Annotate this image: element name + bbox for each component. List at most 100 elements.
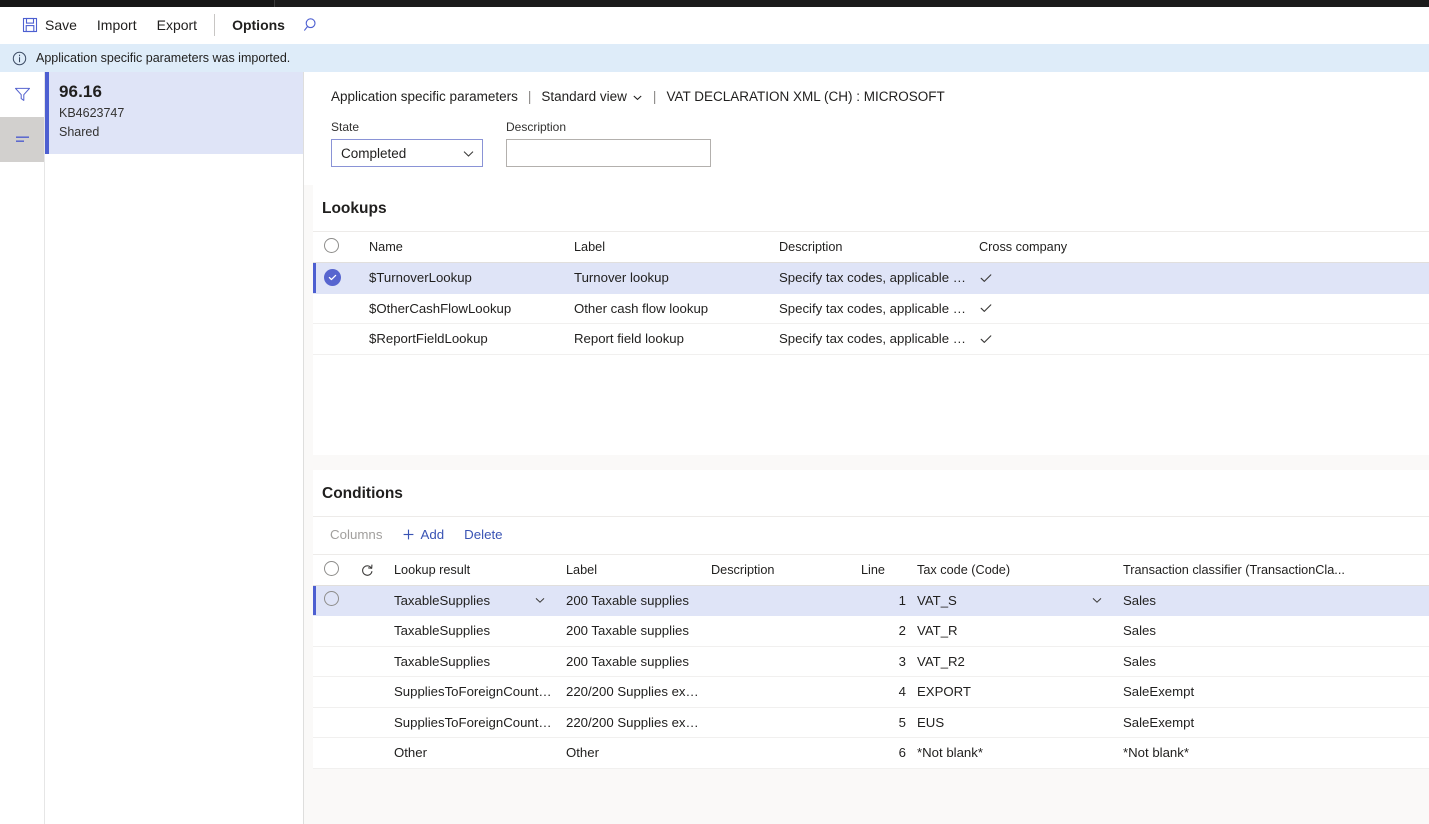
lookup-result-cell[interactable]: TaxableSupplies <box>383 646 555 677</box>
options-button[interactable]: Options <box>222 9 295 41</box>
lookup-name-cell[interactable]: $ReportFieldLookup <box>358 323 563 355</box>
lookup-cross-company-cell[interactable] <box>968 323 1429 355</box>
row-select-cell[interactable] <box>313 737 353 769</box>
tax-code-cell[interactable]: *Not blank* <box>906 737 1112 769</box>
lookup-cross-company-cell[interactable] <box>968 293 1429 324</box>
transaction-classifier-cell[interactable]: Sales <box>1112 615 1429 647</box>
row-select-cell[interactable] <box>313 585 353 616</box>
lookup-result-cell[interactable]: SuppliesToForeignCountries <box>383 707 555 738</box>
condition-description-cell[interactable] <box>700 737 850 769</box>
table-row[interactable]: Other Other 6 *Not blank* *Not blank* <box>313 737 1429 769</box>
transaction-classifier-cell[interactable]: Sales <box>1112 585 1429 616</box>
condition-description-cell[interactable] <box>700 615 850 647</box>
lookup-result-cell[interactable]: TaxableSupplies <box>383 585 555 616</box>
refresh-icon[interactable] <box>360 563 383 577</box>
tax-code-cell[interactable]: VAT_R2 <box>906 646 1112 677</box>
condition-label-cell[interactable]: 200 Taxable supplies <box>555 615 700 647</box>
lookup-name-cell[interactable]: $TurnoverLookup <box>358 262 563 294</box>
description-input[interactable] <box>506 139 711 167</box>
table-row[interactable]: SuppliesToForeignCountries 220/200 Suppl… <box>313 676 1429 708</box>
row-select-cell[interactable] <box>313 646 353 677</box>
condition-line-cell[interactable]: 6 <box>850 737 906 769</box>
table-row[interactable]: $ReportFieldLookup Report field lookup S… <box>313 323 1429 355</box>
condition-line-cell[interactable]: 1 <box>850 585 906 616</box>
transaction-classifier-cell[interactable]: SaleExempt <box>1112 676 1429 708</box>
lookup-description-cell[interactable]: Specify tax codes, applicable for... <box>768 323 968 355</box>
condition-line-cell[interactable]: 3 <box>850 646 906 677</box>
table-row[interactable]: SuppliesToForeignCountries 220/200 Suppl… <box>313 707 1429 738</box>
breadcrumb-root[interactable]: Application specific parameters <box>331 88 518 106</box>
columns-button[interactable]: Columns <box>322 522 390 548</box>
add-button[interactable]: Add <box>394 522 452 548</box>
search-button[interactable] <box>295 10 329 40</box>
list-view-button[interactable] <box>0 117 44 162</box>
condition-line-cell[interactable]: 4 <box>850 676 906 708</box>
row-select-cell[interactable] <box>313 707 353 738</box>
tax-code-cell[interactable]: EUS <box>906 707 1112 738</box>
transaction-classifier-cell[interactable]: *Not blank* <box>1112 737 1429 769</box>
row-radio-icon[interactable] <box>324 591 339 607</box>
table-row[interactable]: $OtherCashFlowLookup Other cash flow loo… <box>313 293 1429 324</box>
condition-label-cell[interactable]: 220/200 Supplies exe... <box>555 676 700 708</box>
select-all-radio-icon[interactable] <box>324 560 339 576</box>
select-all-radio-icon[interactable] <box>324 238 339 253</box>
tax-code-cell[interactable]: EXPORT <box>906 676 1112 708</box>
transaction-classifier-cell[interactable]: SaleExempt <box>1112 707 1429 738</box>
tax-code-cell[interactable]: VAT_S <box>906 585 1112 616</box>
conditions-refresh-cell[interactable] <box>353 553 383 586</box>
conditions-col-lookup-result[interactable]: Lookup result <box>383 553 555 586</box>
table-row[interactable]: TaxableSupplies 200 Taxable supplies 1 V… <box>313 585 1429 616</box>
chevron-down-icon[interactable] <box>1091 594 1103 606</box>
condition-description-cell[interactable] <box>700 707 850 738</box>
transaction-classifier-cell[interactable]: Sales <box>1112 646 1429 677</box>
lookup-name-cell[interactable]: $OtherCashFlowLookup <box>358 293 563 324</box>
view-selector[interactable]: Standard view <box>541 88 643 106</box>
conditions-col-line[interactable]: Line <box>850 553 906 586</box>
conditions-col-tax-code[interactable]: Tax code (Code) <box>906 553 1112 586</box>
lookup-label-cell[interactable]: Turnover lookup <box>563 262 768 294</box>
condition-description-cell[interactable] <box>700 585 850 616</box>
lookup-result-cell[interactable]: Other <box>383 737 555 769</box>
condition-line-cell[interactable]: 5 <box>850 707 906 738</box>
table-row[interactable]: $TurnoverLookup Turnover lookup Specify … <box>313 262 1429 294</box>
tax-code-cell[interactable]: VAT_R <box>906 615 1112 647</box>
condition-label-cell[interactable]: 200 Taxable supplies <box>555 646 700 677</box>
row-select-cell[interactable] <box>313 615 353 647</box>
lookups-col-label[interactable]: Label <box>563 231 768 263</box>
state-select[interactable]: Completed <box>331 139 483 167</box>
import-button[interactable]: Import <box>87 9 147 41</box>
conditions-select-all-cell[interactable] <box>313 553 353 586</box>
lookups-col-description[interactable]: Description <box>768 231 968 263</box>
condition-description-cell[interactable] <box>700 676 850 708</box>
row-selected-check-icon[interactable] <box>324 269 341 287</box>
lookups-select-all-cell[interactable] <box>313 231 358 263</box>
condition-description-cell[interactable] <box>700 646 850 677</box>
filter-button[interactable] <box>0 72 44 117</box>
lookup-label-cell[interactable]: Other cash flow lookup <box>563 293 768 324</box>
export-button[interactable]: Export <box>147 9 207 41</box>
condition-label-cell[interactable]: 220/200 Supplies exe... <box>555 707 700 738</box>
lookups-col-cross-company[interactable]: Cross company <box>968 231 1429 263</box>
row-select-cell[interactable] <box>313 293 358 324</box>
table-row[interactable]: TaxableSupplies 200 Taxable supplies 3 V… <box>313 646 1429 677</box>
lookup-label-cell[interactable]: Report field lookup <box>563 323 768 355</box>
conditions-col-description[interactable]: Description <box>700 553 850 586</box>
table-row[interactable]: TaxableSupplies 200 Taxable supplies 2 V… <box>313 615 1429 647</box>
list-item[interactable]: 96.16 KB4623747 Shared <box>45 72 303 154</box>
lookup-result-cell[interactable]: TaxableSupplies <box>383 615 555 647</box>
lookup-description-cell[interactable]: Specify tax codes, applicable for... <box>768 293 968 324</box>
save-button[interactable]: Save <box>12 9 87 41</box>
row-select-cell[interactable] <box>313 676 353 708</box>
conditions-col-transaction-classifier[interactable]: Transaction classifier (TransactionCla..… <box>1112 553 1429 586</box>
conditions-col-label[interactable]: Label <box>555 553 700 586</box>
chevron-down-icon[interactable] <box>534 594 546 606</box>
condition-line-cell[interactable]: 2 <box>850 615 906 647</box>
lookup-description-cell[interactable]: Specify tax codes, applicable for... <box>768 262 968 294</box>
delete-button[interactable]: Delete <box>456 522 510 548</box>
lookup-result-cell[interactable]: SuppliesToForeignCountries <box>383 676 555 708</box>
lookups-col-name[interactable]: Name <box>358 231 563 263</box>
lookup-cross-company-cell[interactable] <box>968 262 1429 294</box>
condition-label-cell[interactable]: 200 Taxable supplies <box>555 585 700 616</box>
row-select-cell[interactable] <box>313 323 358 355</box>
row-select-cell[interactable] <box>313 262 358 294</box>
